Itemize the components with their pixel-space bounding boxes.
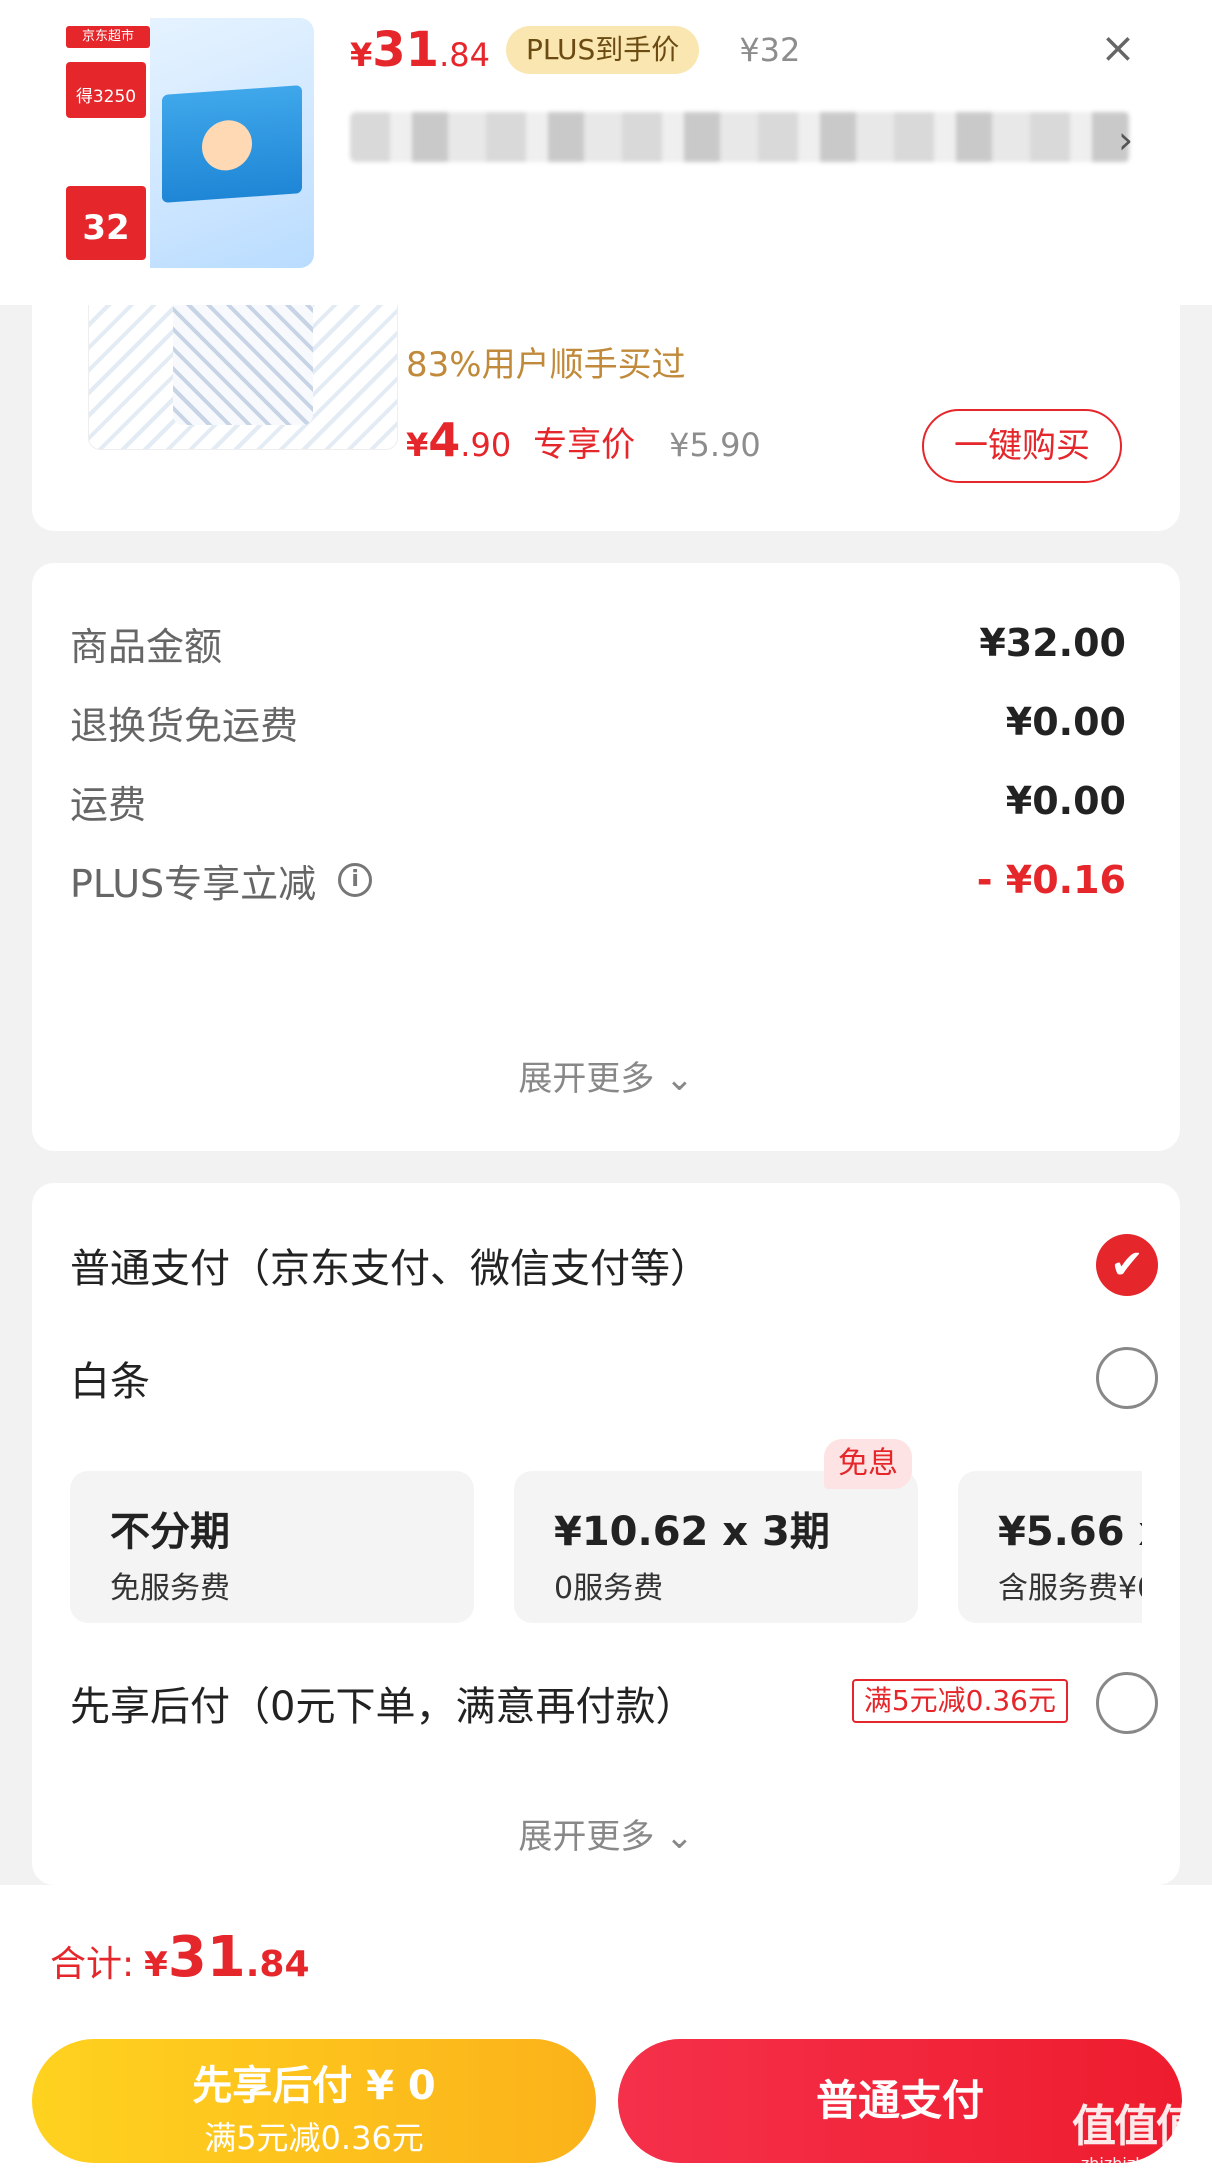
installment-title: 不分期 (110, 1509, 230, 1555)
recommended-original-price: ¥5.90 (669, 426, 761, 464)
chevron-right-icon[interactable]: › (1118, 118, 1133, 162)
interest-free-badge: 免息 (824, 1439, 912, 1489)
installment-fee: 免服务费 (110, 1571, 230, 1606)
payment-option-label: 白条 (70, 1359, 150, 1405)
installment-title: ¥10.62 x 3期 (554, 1509, 830, 1555)
cost-label: 退换货免运费 (70, 703, 299, 748)
price-decimal: .84 (245, 1944, 310, 1985)
cost-label: 商品金额 (70, 624, 223, 669)
bnpl-button-label: 先享后付 ¥ 0 (192, 2063, 436, 2109)
cost-row-subtotal: 商品金额 ¥32.00 (70, 615, 1126, 671)
thumbnail-brand-label: 京东超市 (66, 26, 150, 48)
currency-symbol: ¥ (350, 36, 373, 74)
installment-title: ¥5.66 x 6期 (998, 1509, 1142, 1555)
payment-option-label: 先享后付（0元下单，满意再付款） (70, 1684, 696, 1730)
header-price-row: ¥ 31 .84 PLUS到手价 ¥32 (350, 18, 800, 82)
payment-option-normal[interactable]: 普通支付（京东支付、微信支付等） ✔ (70, 1225, 1160, 1305)
cost-value: ¥0.00 (1005, 700, 1126, 744)
cost-row-plus-discount: PLUS专享立减 i - ¥0.16 (70, 852, 1126, 908)
recommended-product-card: 83%用户顺手买过 ¥ 4 .90 专享价 ¥5.90 一键购买 (32, 305, 1180, 531)
discount-value: - ¥0.16 (976, 858, 1126, 902)
radio-unchecked-icon[interactable] (1096, 1347, 1158, 1409)
installment-option-6[interactable]: ¥5.66 x 6期 含服务费¥0 (958, 1471, 1142, 1623)
total-label: 合计: (50, 1944, 135, 1985)
order-total: 合计: ¥ 31 .84 (50, 1925, 310, 1990)
price-integer: 31 (372, 22, 440, 78)
thumbnail-promo-text: 得3250 (66, 62, 146, 118)
payment-methods-card: 普通支付（京东支付、微信支付等） ✔ 白条 不分期 免服务费 ¥10.62 x … (32, 1183, 1180, 1885)
price-integer: 31 (167, 1925, 246, 1990)
payment-option-baitiao[interactable]: 白条 (70, 1338, 1160, 1418)
cost-label: PLUS专享立减 (70, 861, 317, 906)
currency-symbol: ¥ (144, 1945, 168, 1985)
cost-row-shipping: 运费 ¥0.00 (70, 773, 1126, 829)
installment-fee: 含服务费¥0 (998, 1571, 1142, 1606)
recommended-price-row: ¥ 4 .90 专享价 ¥5.90 (406, 413, 761, 467)
product-header: 京东超市 得3250 32 ¥ 31 .84 PLUS到手价 ¥32 × 张 › (0, 0, 1212, 305)
buy-now-pay-later-button[interactable]: 先享后付 ¥ 0 满5元减0.36元 (32, 2039, 596, 2163)
radio-unchecked-icon[interactable] (1096, 1672, 1158, 1734)
product-title-blurred[interactable]: 张 (350, 112, 1130, 162)
header-price: ¥ 31 .84 (350, 22, 490, 78)
expand-more-link[interactable]: 展开更多 ⌄ (32, 1809, 1180, 1858)
one-click-buy-button[interactable]: 一键购买 (922, 409, 1122, 483)
installment-option-3[interactable]: ¥10.62 x 3期 0服务费 (514, 1471, 918, 1623)
watermark-logo: 值值值 (1072, 2101, 1200, 2152)
price-decimal: .84 (439, 36, 490, 74)
exclusive-price-tag: 专享价 (533, 425, 636, 465)
bnpl-promo-tag: 满5元减0.36元 (851, 1679, 1068, 1723)
plus-price-badge: PLUS到手价 (505, 26, 700, 74)
diaper-package-image (162, 85, 302, 203)
cost-summary-card: 商品金额 ¥32.00 退换货免运费 ¥0.00 运费 ¥0.00 PLUS专享… (32, 563, 1180, 1151)
action-bar: 先享后付 ¥ 0 满5元减0.36元 普通支付 (0, 2025, 1212, 2178)
cost-value: ¥32.00 (979, 621, 1126, 665)
radio-checked-icon[interactable]: ✔ (1096, 1234, 1158, 1296)
installment-option-none[interactable]: 不分期 免服务费 (70, 1471, 474, 1623)
payment-option-bnpl[interactable]: 先享后付（0元下单，满意再付款） 满5元减0.36元 (70, 1663, 1160, 1743)
purchase-stat: 83%用户顺手买过 (406, 345, 686, 385)
recommended-product-image[interactable] (88, 305, 398, 450)
recommended-product-package (173, 305, 313, 425)
price-integer: 4 (428, 413, 461, 467)
installment-fee: 0服务费 (554, 1571, 664, 1606)
watermark-url: zhizhizhi.com (1080, 2154, 1190, 2173)
installment-options: 不分期 免服务费 ¥10.62 x 3期 0服务费 ¥5.66 x 6期 含服务… (70, 1463, 1142, 1623)
cost-value: ¥0.00 (1005, 779, 1126, 823)
total-bar: 合计: ¥ 31 .84 (0, 1885, 1212, 2025)
price-decimal: .90 (460, 426, 512, 464)
currency-symbol: ¥ (406, 426, 429, 464)
info-icon[interactable]: i (338, 863, 373, 897)
cost-label: 运费 (70, 782, 147, 827)
original-price: ¥32 (739, 31, 801, 69)
cost-label-with-info: PLUS专享立减 i (70, 853, 373, 908)
thumbnail-promo-price: 32 (66, 186, 146, 260)
bnpl-button-promo: 满5元减0.36元 (204, 2119, 424, 2157)
site-watermark: 值值值 zhizhizhi.com (1060, 2090, 1210, 2174)
product-thumbnail[interactable]: 京东超市 得3250 32 (60, 18, 314, 268)
payment-option-label: 普通支付（京东支付、微信支付等） (70, 1246, 710, 1292)
expand-more-link[interactable]: 展开更多 ⌄ (32, 1051, 1180, 1100)
close-icon[interactable]: × (1096, 26, 1140, 70)
cost-row-return-shipping: 退换货免运费 ¥0.00 (70, 694, 1126, 750)
thumbnail-promo-strip: 京东超市 得3250 32 (60, 18, 150, 268)
